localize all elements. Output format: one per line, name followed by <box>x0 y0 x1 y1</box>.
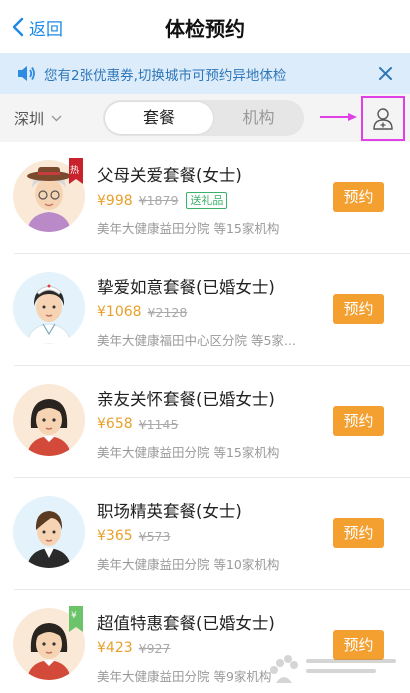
institution-text: 美年大健康益田分院 等9家机构 <box>97 669 272 684</box>
price-row: ¥423 ¥927 <box>97 640 170 656</box>
sale-price: ¥998 <box>97 192 133 209</box>
book-button[interactable]: 预约 <box>333 294 384 324</box>
sale-price: ¥1068 <box>97 304 142 320</box>
user-add-icon <box>373 107 393 130</box>
book-button[interactable]: 预约 <box>333 518 384 548</box>
price-row: ¥365 ¥573 <box>97 528 170 544</box>
segmented-control: 套餐 机构 <box>103 100 304 136</box>
top-nav-bar: 返回 体检预约 <box>0 0 410 53</box>
institution-text: 美年大健康福田中心区分院 等5家... <box>97 333 296 348</box>
book-button[interactable]: 预约 <box>333 182 384 212</box>
sale-price: ¥423 <box>97 640 133 656</box>
price-row: ¥658 ¥1145 <box>97 416 178 432</box>
institution-text: 美年大健康益田分院 等15家机构 <box>97 221 280 236</box>
tab-package[interactable]: 套餐 <box>105 102 213 134</box>
nurse-avatar-icon <box>13 272 85 344</box>
list-item[interactable]: 热 父母关爱套餐(女士) ¥998 ¥1879 送礼品 美年大健康益田分院 等1… <box>0 142 410 253</box>
list-item[interactable]: 亲友关怀套餐(已婚女士) ¥658 ¥1145 美年大健康益田分院 等15家机构… <box>0 366 410 477</box>
institution-text: 美年大健康益田分院 等15家机构 <box>97 445 280 460</box>
sale-price: ¥658 <box>97 416 133 432</box>
list-item[interactable]: 挚爱如意套餐(已婚女士) ¥1068 ¥2128 美年大健康福田中心区分院 等5… <box>0 254 410 365</box>
original-price: ¥1145 <box>138 416 179 432</box>
coupon-notice-bar[interactable]: 您有2张优惠券,切换城市可预约异地体检 <box>0 53 410 94</box>
page-title: 体检预约 <box>165 17 245 41</box>
package-name: 职场精英套餐(女士) <box>97 502 242 521</box>
tab-institution[interactable]: 机构 <box>215 102 302 134</box>
package-name: 亲友关怀套餐(已婚女士) <box>97 390 275 409</box>
coupon-notice-text: 您有2张优惠券,切换城市可预约异地体检 <box>44 68 287 84</box>
price-row: ¥1068 ¥2128 <box>97 304 187 320</box>
annotation-arrow-icon <box>320 113 357 121</box>
avatar <box>13 384 85 456</box>
avatar <box>13 496 85 568</box>
institution-text: 美年大健康益田分院 等10家机构 <box>97 557 280 572</box>
gift-badge: 送礼品 <box>186 192 228 209</box>
woman-bob-hair-avatar-icon <box>13 384 85 456</box>
businesswoman-avatar-icon <box>13 496 85 568</box>
book-button[interactable]: 预约 <box>333 406 384 436</box>
city-selector[interactable]: 深圳 <box>14 108 62 129</box>
close-icon[interactable] <box>378 66 393 81</box>
city-label: 深圳 <box>14 110 45 128</box>
package-name: 超值特惠套餐(已婚女士) <box>97 614 275 633</box>
discount-tag-label: ¥ <box>71 611 77 621</box>
chevron-down-icon <box>51 115 62 122</box>
price-row: ¥998 ¥1879 送礼品 <box>97 192 228 209</box>
original-price: ¥573 <box>138 528 171 544</box>
sale-price: ¥365 <box>97 528 133 544</box>
package-name: 父母关爱套餐(女士) <box>97 166 242 185</box>
original-price: ¥2128 <box>147 304 188 320</box>
list-item[interactable]: 职场精英套餐(女士) ¥365 ¥573 美年大健康益田分院 等10家机构 预约 <box>0 478 410 589</box>
original-price: ¥1879 <box>138 193 179 208</box>
avatar <box>13 272 85 344</box>
package-name: 挚爱如意套餐(已婚女士) <box>97 278 275 297</box>
speaker-icon <box>18 66 35 81</box>
hot-tag-label: 热 <box>70 166 80 176</box>
original-price: ¥927 <box>138 640 171 656</box>
user-profile-button[interactable] <box>361 96 405 141</box>
baidu-jingyan-watermark <box>270 655 396 683</box>
